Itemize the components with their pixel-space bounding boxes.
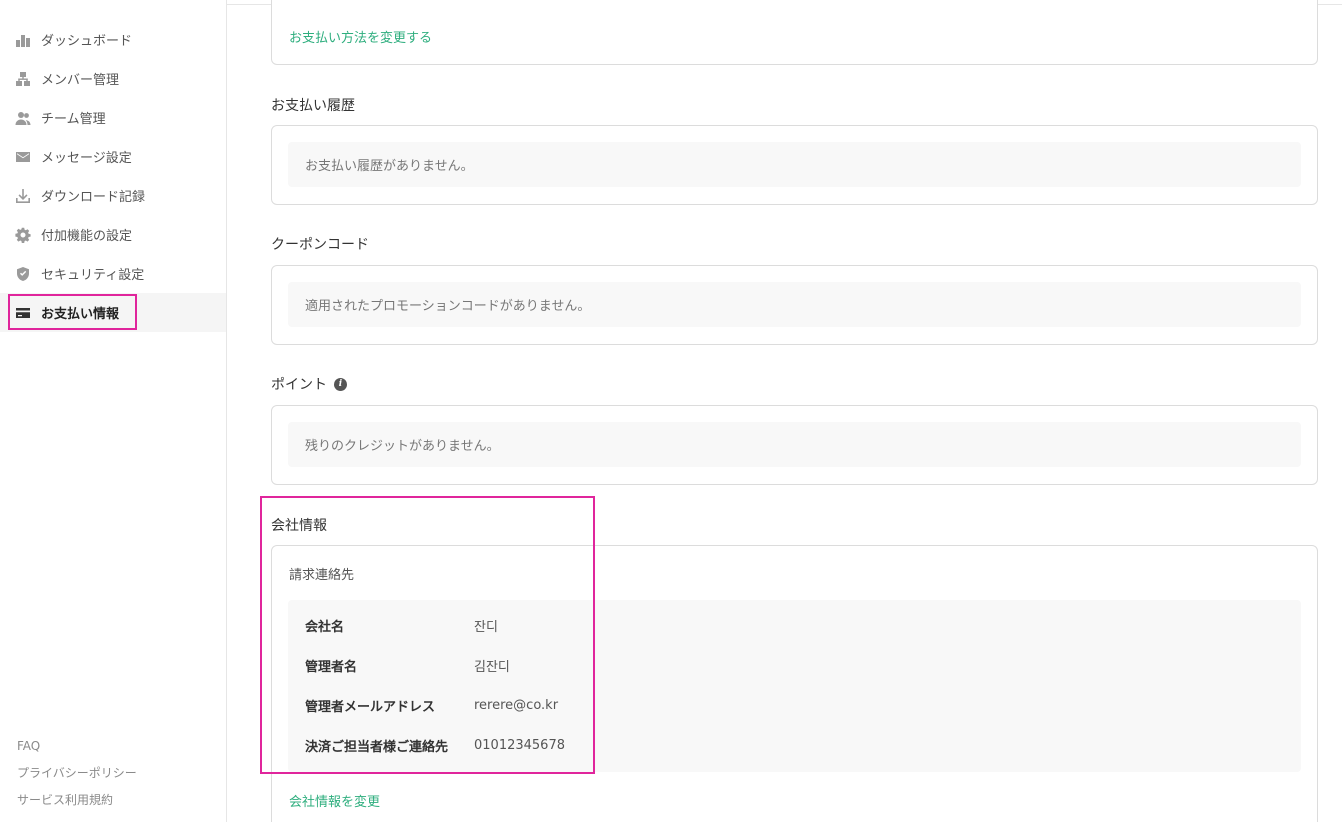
sidebar-footer: FAQ プライバシーポリシー サービス利用規約 [17, 737, 137, 818]
sidebar-item-label: メンバー管理 [41, 73, 120, 88]
admin-email-label: 管理者メールアドレス [305, 699, 436, 715]
section-title-text: ポイント [271, 377, 327, 393]
sidebar-item-label: メッセージ設定 [41, 151, 132, 166]
terms-of-service-link[interactable]: サービス利用規約 [17, 791, 137, 818]
company-name-value: 잔디 [474, 619, 498, 635]
sidebar-item-label: チーム管理 [41, 112, 106, 127]
company-name-label: 会社名 [305, 619, 345, 635]
points-card: 残りのクレジットがありません。 [271, 405, 1318, 485]
privacy-policy-link[interactable]: プライバシーポリシー [17, 764, 137, 791]
section-title-text: お支払い履歴 [271, 98, 355, 114]
sidebar-item-label: ダウンロード記録 [41, 190, 146, 205]
payment-history-title: お支払い履歴 [271, 95, 355, 115]
sidebar-item-teams[interactable]: チーム管理 [0, 98, 226, 137]
sidebar-item-dashboard[interactable]: ダッシュボード [0, 20, 226, 59]
bar-chart-icon [14, 31, 32, 49]
coupon-empty: 適用されたプロモーションコードがありません。 [288, 282, 1301, 327]
payment-method-card: お支払い方法を変更する [271, 0, 1318, 65]
points-empty: 残りのクレジットがありません。 [288, 422, 1301, 467]
team-icon [14, 109, 32, 127]
faq-link[interactable]: FAQ [17, 737, 137, 764]
admin-email-row: 管理者メールアドレス rerere@co.kr [305, 695, 558, 715]
shield-icon [14, 265, 32, 283]
sidebar-item-billing[interactable]: お支払い情報 [0, 293, 226, 332]
admin-name-label: 管理者名 [305, 659, 358, 675]
sidebar-item-label: お支払い情報 [41, 307, 120, 322]
sidebar: ダッシュボード メンバー管理 チーム管理 メッセージ設定 ダウンロード記録 付加… [0, 0, 227, 822]
sidebar-item-label: ダッシュボード [41, 34, 133, 49]
admin-email-value: rerere@co.kr [474, 697, 559, 713]
company-info-card: 請求連絡先 会社名 잔디 管理者名 김잔디 管理者メールアドレス rerere@… [271, 545, 1318, 822]
section-title-text: 会社情報 [271, 518, 327, 534]
info-icon[interactable]: i [334, 377, 347, 391]
change-company-info-link[interactable]: 会社情報を変更 [289, 791, 380, 810]
mail-icon [14, 148, 32, 166]
company-details-box: 会社名 잔디 管理者名 김잔디 管理者メールアドレス rerere@co.kr … [288, 600, 1301, 772]
coupon-title: クーポンコード [271, 234, 369, 254]
sidebar-item-downloads[interactable]: ダウンロード記録 [0, 176, 226, 215]
admin-name-value: 김잔디 [474, 659, 510, 675]
payment-history-card: お支払い履歴がありません。 [271, 125, 1318, 205]
coupon-card: 適用されたプロモーションコードがありません。 [271, 265, 1318, 345]
sidebar-item-addons[interactable]: 付加機能の設定 [0, 215, 226, 254]
billing-contact-phone-label: 決済ご担当者様ご連絡先 [305, 739, 449, 755]
admin-name-row: 管理者名 김잔디 [305, 655, 510, 675]
download-icon [14, 187, 32, 205]
billing-contact-subtitle: 請求連絡先 [289, 568, 355, 583]
change-payment-method-link[interactable]: お支払い方法を変更する [289, 27, 432, 46]
billing-contact-phone-value: 01012345678 [474, 737, 565, 753]
gear-icon [14, 226, 32, 244]
sidebar-item-label: 付加機能の設定 [41, 229, 133, 244]
payment-history-empty: お支払い履歴がありません。 [288, 142, 1301, 187]
org-chart-icon [14, 70, 32, 88]
sidebar-item-security[interactable]: セキュリティ設定 [0, 254, 226, 293]
credit-card-icon [14, 304, 32, 322]
points-title: ポイント i [271, 374, 347, 394]
company-name-row: 会社名 잔디 [305, 615, 498, 635]
sidebar-item-messages[interactable]: メッセージ設定 [0, 137, 226, 176]
sidebar-item-members[interactable]: メンバー管理 [0, 59, 226, 98]
section-title-text: クーポンコード [271, 237, 369, 253]
company-info-title: 会社情報 [271, 515, 327, 535]
sidebar-item-label: セキュリティ設定 [41, 268, 145, 283]
billing-contact-phone-row: 決済ご担当者様ご連絡先 01012345678 [305, 735, 565, 755]
